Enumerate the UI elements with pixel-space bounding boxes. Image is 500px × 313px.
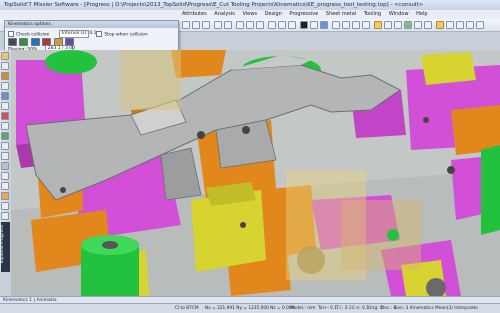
new-icon[interactable] — [182, 21, 190, 29]
help-icon[interactable] — [476, 21, 484, 29]
window-controls: – □ ✕ — [435, 1, 497, 20]
open-icon[interactable] — [192, 21, 200, 29]
status-units: Model.: mm — [290, 306, 316, 311]
snap-icon[interactable] — [466, 21, 474, 29]
status-gen: Gen: 3 — [394, 306, 409, 311]
check-collision-row: Check collision Interval (s): 0.1 Stop w… — [8, 30, 148, 38]
assembly-tool-icon[interactable] — [1, 92, 9, 100]
sketch-tool-icon[interactable] — [1, 82, 9, 90]
check-collision-label: Check collision — [16, 32, 50, 38]
interval-field[interactable]: Interval (s): 0.1 — [58, 30, 97, 38]
rotate-icon[interactable] — [256, 21, 264, 29]
menu-attributes[interactable]: Attributes — [182, 11, 207, 17]
select-tool-icon[interactable] — [1, 52, 9, 60]
redo-icon[interactable] — [224, 21, 232, 29]
shading-icon[interactable] — [320, 21, 328, 29]
menu-window[interactable]: Window — [389, 11, 409, 17]
pan-icon[interactable] — [246, 21, 254, 29]
kinematics-icon[interactable] — [436, 21, 444, 29]
grid-icon[interactable] — [456, 21, 464, 29]
part-tool-icon[interactable] — [1, 102, 9, 110]
view-top-icon[interactable] — [278, 21, 286, 29]
view-front-icon[interactable] — [268, 21, 276, 29]
cut-tool-icon[interactable] — [1, 162, 9, 170]
status-tl: T.l.: 0.2 — [336, 306, 352, 311]
wire-icon[interactable] — [384, 21, 392, 29]
menu-help[interactable]: Help — [416, 11, 427, 17]
die-assembly-render — [11, 50, 500, 296]
undo-icon[interactable] — [214, 21, 222, 29]
progress-side-tab-label: TopSolid'Progress — [0, 224, 6, 265]
draft-tool-icon[interactable] — [1, 112, 9, 120]
3d-viewport[interactable] — [11, 50, 500, 296]
status-kinematics: Kinematics Mean(3) Interpolate — [410, 306, 478, 311]
menu-tooling[interactable]: Tooling — [364, 11, 381, 17]
panel-title: Kinematics options — [5, 21, 178, 28]
edge-icon[interactable] — [394, 21, 402, 29]
guide-tool-icon[interactable] — [1, 212, 9, 220]
pin-tool-icon[interactable] — [1, 202, 9, 210]
menu-analysis[interactable]: Analysis — [214, 11, 235, 17]
plate-tool-icon[interactable] — [1, 172, 9, 180]
save-icon[interactable] — [202, 21, 210, 29]
camera-icon[interactable] — [424, 21, 432, 29]
section-icon[interactable] — [342, 21, 350, 29]
shape-tool-icon[interactable] — [1, 72, 9, 80]
strip-tool-icon[interactable] — [1, 132, 9, 140]
check-collision-checkbox[interactable] — [8, 31, 14, 37]
window-title: TopSolid'7 Missler Software - [Progress … — [4, 2, 424, 8]
stop-collision-label: Stop when collision — [104, 32, 148, 38]
menu-design[interactable]: Design — [265, 11, 282, 17]
status-mode: Cl.to B7CM — [175, 306, 199, 311]
selection-filter-icon[interactable] — [374, 21, 382, 29]
zoom-icon[interactable] — [236, 21, 244, 29]
pointer-tool-icon[interactable] — [1, 62, 9, 70]
options-icon[interactable] — [446, 21, 454, 29]
progress-side-tab[interactable]: TopSolid'Progress — [0, 222, 10, 272]
status-tol: Tol+: 0.1 — [318, 306, 337, 311]
color-black-icon[interactable] — [300, 21, 308, 29]
measure-icon[interactable] — [332, 21, 340, 29]
light-icon[interactable] — [414, 21, 422, 29]
die-tool-icon[interactable] — [1, 142, 9, 150]
bend-tool-icon[interactable] — [1, 152, 9, 160]
menu-sheet-metal[interactable]: Sheet metal — [326, 11, 356, 17]
show-icon[interactable] — [362, 21, 370, 29]
status-coords: Nx = 221.991 Ny = 1235.000 Nz = 0.000 — [205, 306, 295, 311]
screw-tool-icon[interactable] — [1, 192, 9, 200]
status-bar: Cl.to B7CM Nx = 221.991 Ny = 1235.000 Nz… — [0, 303, 500, 313]
view-iso-icon[interactable] — [288, 21, 296, 29]
menu-views[interactable]: Views — [242, 11, 256, 17]
punch-tool-icon[interactable] — [1, 122, 9, 130]
kinematics-panel: Kinematics options Check collision Inter… — [4, 20, 179, 53]
layer-icon[interactable] — [310, 21, 318, 29]
status-cn: C-n: 0.1 — [352, 306, 369, 311]
stop-collision-checkbox[interactable] — [96, 31, 103, 37]
menu-progressive[interactable]: Progressive — [289, 11, 318, 17]
render-icon[interactable] — [404, 21, 412, 29]
app-window: TopSolid'7 Missler Software - [Progress … — [0, 0, 500, 313]
hide-icon[interactable] — [352, 21, 360, 29]
spring-tool-icon[interactable] — [1, 182, 9, 190]
